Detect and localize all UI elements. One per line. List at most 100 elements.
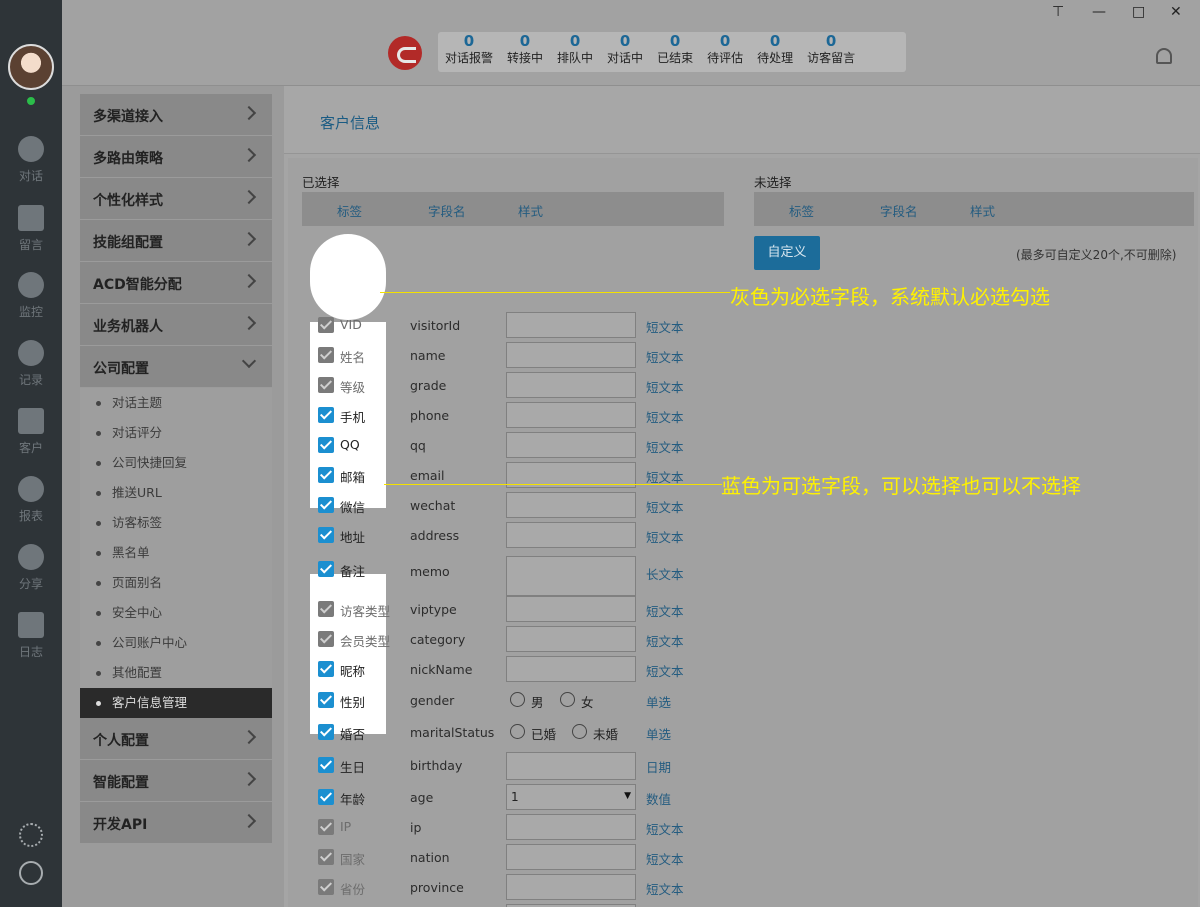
- pin-icon[interactable]: ⊤: [1052, 4, 1064, 20]
- submenu-item[interactable]: 其他配置: [80, 658, 272, 688]
- field-input[interactable]: [506, 342, 636, 368]
- field-key: ip: [410, 820, 422, 835]
- rail-item-monitor[interactable]: 监控: [0, 272, 62, 320]
- stats-bar: 0 对话报警 0 转接中 0 排队中 0 对话中 0 已结束 0 待评估 0 待处理 0 访客留…: [438, 32, 906, 72]
- close-button[interactable]: ✕: [1170, 4, 1182, 20]
- stat-to-process[interactable]: 0 待处理: [750, 32, 800, 72]
- radio-button[interactable]: [510, 692, 525, 707]
- optional-checkbox[interactable]: [318, 527, 334, 543]
- field-style-type: 短文本: [646, 604, 684, 619]
- radio-button[interactable]: [572, 724, 587, 739]
- mail-icon: [18, 205, 44, 231]
- field-label: 等级: [340, 380, 366, 395]
- stat-to-evaluate[interactable]: 0 待评估: [700, 32, 750, 72]
- submenu-item[interactable]: 公司账户中心: [80, 628, 272, 658]
- rail-item-messages[interactable]: 留言: [0, 205, 62, 253]
- rail-item-customers[interactable]: 客户: [0, 408, 62, 456]
- optional-checkbox[interactable]: [318, 757, 334, 773]
- online-status-icon: [25, 95, 37, 107]
- field-input[interactable]: [506, 656, 636, 682]
- custom-field-button[interactable]: 自定义: [754, 236, 820, 270]
- field-input[interactable]: [506, 596, 636, 622]
- submenu-item[interactable]: 黑名单: [80, 538, 272, 568]
- menu-item-smart[interactable]: 智能配置: [80, 760, 272, 801]
- minimize-button[interactable]: —: [1092, 4, 1106, 20]
- field-key: email: [410, 468, 445, 483]
- menu-item-api[interactable]: 开发API: [80, 802, 272, 843]
- optional-checkbox[interactable]: [318, 789, 334, 805]
- optional-checkbox[interactable]: [318, 661, 334, 677]
- optional-checkbox[interactable]: [318, 407, 334, 423]
- bell-icon[interactable]: [1156, 48, 1172, 64]
- radio-button[interactable]: [560, 692, 575, 707]
- radio-button[interactable]: [510, 724, 525, 739]
- field-key: viptype: [410, 602, 457, 617]
- optional-checkbox[interactable]: [318, 561, 334, 577]
- stat-visitor-messages[interactable]: 0 访客留言: [800, 32, 862, 72]
- rail-item-reports[interactable]: 报表: [0, 476, 62, 524]
- field-input[interactable]: [506, 372, 636, 398]
- maximize-button[interactable]: □: [1132, 4, 1145, 20]
- field-input[interactable]: [506, 874, 636, 900]
- stat-ended[interactable]: 0 已结束: [650, 32, 700, 72]
- required-checkbox: [318, 317, 334, 333]
- field-input[interactable]: [506, 752, 636, 780]
- field-key: memo: [410, 564, 450, 579]
- field-input[interactable]: [506, 814, 636, 840]
- field-input[interactable]: [506, 556, 636, 596]
- settings-gear-icon[interactable]: [19, 823, 43, 847]
- avatar[interactable]: [8, 44, 54, 90]
- field-input[interactable]: [506, 492, 636, 518]
- submenu-item[interactable]: 页面别名: [80, 568, 272, 598]
- rail-item-logs[interactable]: 日志: [0, 612, 62, 660]
- submenu-item[interactable]: 对话主题: [80, 388, 272, 418]
- field-key: nickName: [410, 662, 473, 677]
- stat-in-chat[interactable]: 0 对话中: [600, 32, 650, 72]
- rail-item-records[interactable]: 记录: [0, 340, 62, 388]
- stat-queuing[interactable]: 0 排队中: [550, 32, 600, 72]
- field-input[interactable]: [506, 844, 636, 870]
- field-input[interactable]: [506, 312, 636, 338]
- callout-blue-optional: 蓝色为可选字段，可以选择也可以不选择: [721, 474, 1081, 498]
- page-title: 客户信息: [320, 114, 381, 132]
- menu-item-robot[interactable]: 业务机器人: [80, 304, 272, 345]
- menu-item-routing[interactable]: 多路由策略: [80, 136, 272, 177]
- radio-label: 未婚: [593, 727, 619, 742]
- field-input[interactable]: [506, 522, 636, 548]
- field-input[interactable]: [506, 626, 636, 652]
- submenu-item[interactable]: 公司快捷回复: [80, 448, 272, 478]
- age-select[interactable]: 1: [506, 784, 636, 810]
- optional-checkbox[interactable]: [318, 724, 334, 740]
- radio-label: 已婚: [531, 727, 557, 742]
- field-key: name: [410, 348, 446, 363]
- submenu-item-customer-info[interactable]: 客户信息管理: [80, 688, 272, 718]
- menu-item-style[interactable]: 个性化样式: [80, 178, 272, 219]
- power-icon[interactable]: [19, 861, 43, 885]
- field-label: QQ: [340, 437, 360, 452]
- submenu-item[interactable]: 对话评分: [80, 418, 272, 448]
- menu-item-multichannel[interactable]: 多渠道接入: [80, 94, 272, 135]
- menu-item-skill-group[interactable]: 技能组配置: [80, 220, 272, 261]
- menu-item-company[interactable]: 公司配置: [80, 346, 272, 387]
- required-checkbox: [318, 347, 334, 363]
- submenu-item[interactable]: 安全中心: [80, 598, 272, 628]
- field-style-type: 短文本: [646, 530, 684, 545]
- field-input[interactable]: [506, 432, 636, 458]
- field-row-viptype: 访客类型 viptype 短文本: [302, 594, 722, 624]
- optional-checkbox[interactable]: [318, 692, 334, 708]
- app-main: ⊤ — □ ✕ 0 对话报警 0 转接中 0 排队中 0 对话中 0 已结束 0 待评估 0…: [62, 0, 1200, 907]
- optional-checkbox[interactable]: [318, 497, 334, 513]
- stat-transferring[interactable]: 0 转接中: [500, 32, 550, 72]
- submenu-item[interactable]: 推送URL: [80, 478, 272, 508]
- field-style-type: 短文本: [646, 664, 684, 679]
- submenu-item[interactable]: 访客标签: [80, 508, 272, 538]
- field-style-type: 短文本: [646, 320, 684, 335]
- optional-checkbox[interactable]: [318, 467, 334, 483]
- menu-item-personal[interactable]: 个人配置: [80, 718, 272, 759]
- rail-item-chat[interactable]: 对话: [0, 136, 62, 184]
- rail-item-share[interactable]: 分享: [0, 544, 62, 592]
- field-input[interactable]: [506, 402, 636, 428]
- menu-item-acd[interactable]: ACD智能分配: [80, 262, 272, 303]
- stat-alarm[interactable]: 0 对话报警: [438, 32, 500, 72]
- optional-checkbox[interactable]: [318, 437, 334, 453]
